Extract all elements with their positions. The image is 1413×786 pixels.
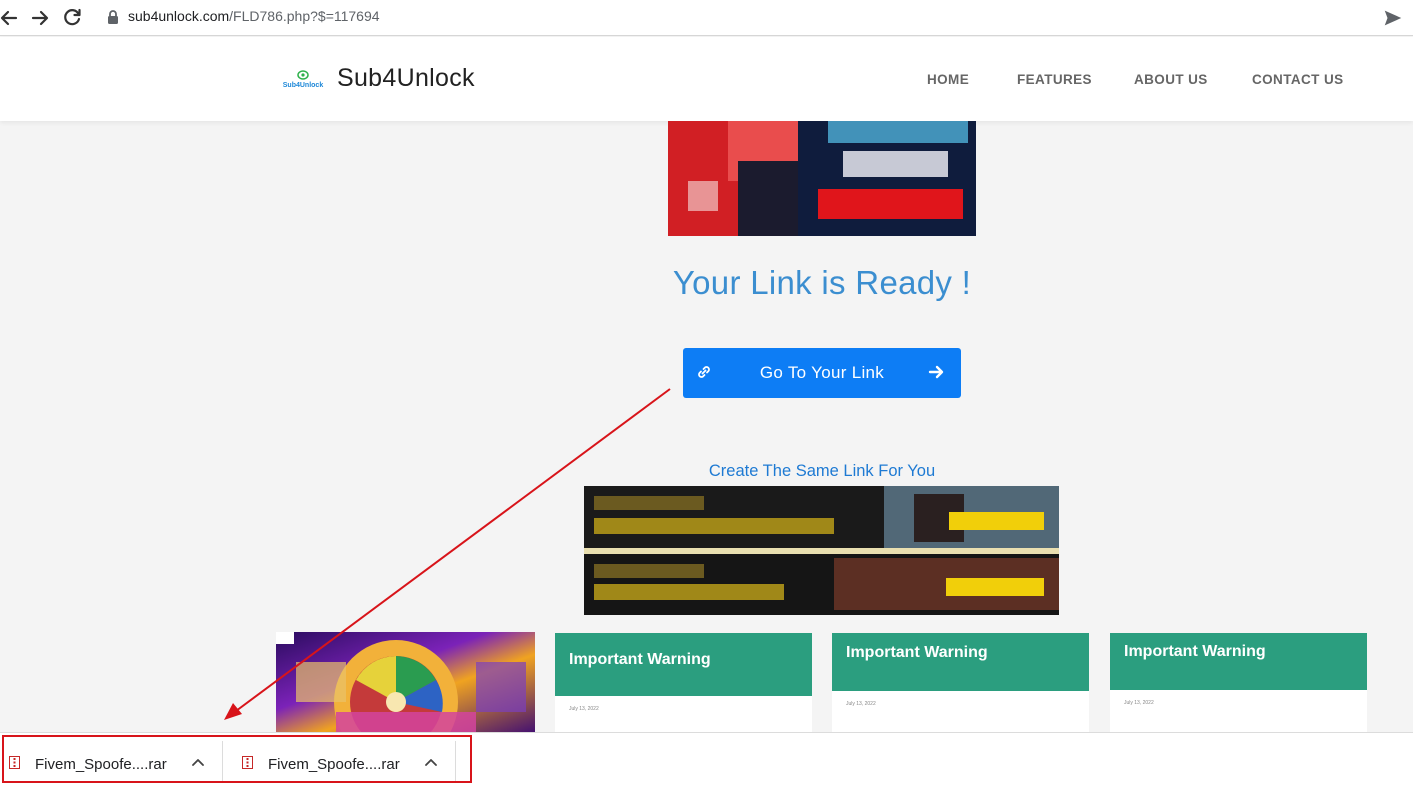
- site-title[interactable]: Sub4Unlock: [337, 64, 475, 93]
- download-filename: Fivem_Spoofe....rar: [35, 756, 167, 773]
- ad-banner-middle-image: [584, 486, 1059, 615]
- card-date: July 13, 2022: [569, 706, 599, 712]
- chevron-up-icon[interactable]: [191, 757, 205, 767]
- nav-contact-us[interactable]: CONTACT US: [1252, 72, 1344, 87]
- ad-banner-wheel-image: [276, 632, 526, 732]
- url-path: /FLD786.php?$=117694: [229, 8, 380, 24]
- link-ready-heading: Your Link is Ready !: [672, 264, 972, 301]
- create-same-link[interactable]: Create The Same Link For You: [0, 462, 1413, 481]
- address-bar[interactable]: sub4unlock.com/FLD786.php?$=117694: [128, 8, 380, 24]
- forward-arrow-icon[interactable]: [28, 6, 52, 30]
- nav-features[interactable]: FEATURES: [1017, 72, 1092, 87]
- ad-banner-top[interactable]: [668, 121, 976, 236]
- url-domain: sub4unlock.com: [128, 8, 230, 24]
- warning-card[interactable]: Important Warning July 13, 2022: [555, 633, 812, 732]
- nav-about-us[interactable]: ABOUT US: [1134, 72, 1208, 87]
- ad-banner-top-image: [668, 121, 976, 236]
- card-title: Important Warning: [555, 633, 812, 696]
- download-separator: [222, 741, 223, 781]
- download-separator: [455, 741, 456, 781]
- go-button-label: Go To Your Link: [759, 363, 885, 382]
- card-date: July 13, 2022: [1124, 700, 1154, 706]
- lock-icon: [108, 10, 118, 24]
- download-filename: Fivem_Spoofe....rar: [268, 756, 400, 773]
- logo-text: Sub4Unlock: [283, 82, 324, 89]
- card-title: Important Warning: [832, 633, 1089, 691]
- nav-home[interactable]: HOME: [927, 72, 969, 87]
- site-logo-icon[interactable]: Sub4Unlock: [282, 68, 324, 90]
- back-arrow-icon[interactable]: [0, 6, 21, 30]
- go-to-link-button[interactable]: Go To Your Link: [683, 348, 961, 398]
- card-title: Important Warning: [1110, 633, 1367, 690]
- arrow-right-icon: [928, 365, 944, 379]
- download-item[interactable]: Fivem_Spoofe....rar: [0, 733, 222, 786]
- card-date: July 13, 2022: [846, 701, 876, 707]
- browser-toolbar: sub4unlock.com/FLD786.php?$=117694: [0, 0, 1413, 36]
- warning-card[interactable]: Important Warning July 13, 2022: [1110, 633, 1367, 732]
- archive-file-icon: [9, 756, 20, 769]
- chevron-up-icon[interactable]: [424, 757, 438, 767]
- download-item[interactable]: Fivem_Spoofe....rar: [233, 733, 455, 786]
- ad-banner-middle[interactable]: [584, 486, 1059, 615]
- warning-card[interactable]: Important Warning July 13, 2022: [832, 633, 1089, 732]
- send-icon[interactable]: [1382, 7, 1404, 29]
- ad-banner-wheel[interactable]: [276, 632, 535, 732]
- archive-file-icon: [242, 756, 253, 769]
- download-bar: Fivem_Spoofe....rar Fivem_Spoofe....rar: [0, 732, 1413, 786]
- reload-icon[interactable]: [60, 6, 84, 30]
